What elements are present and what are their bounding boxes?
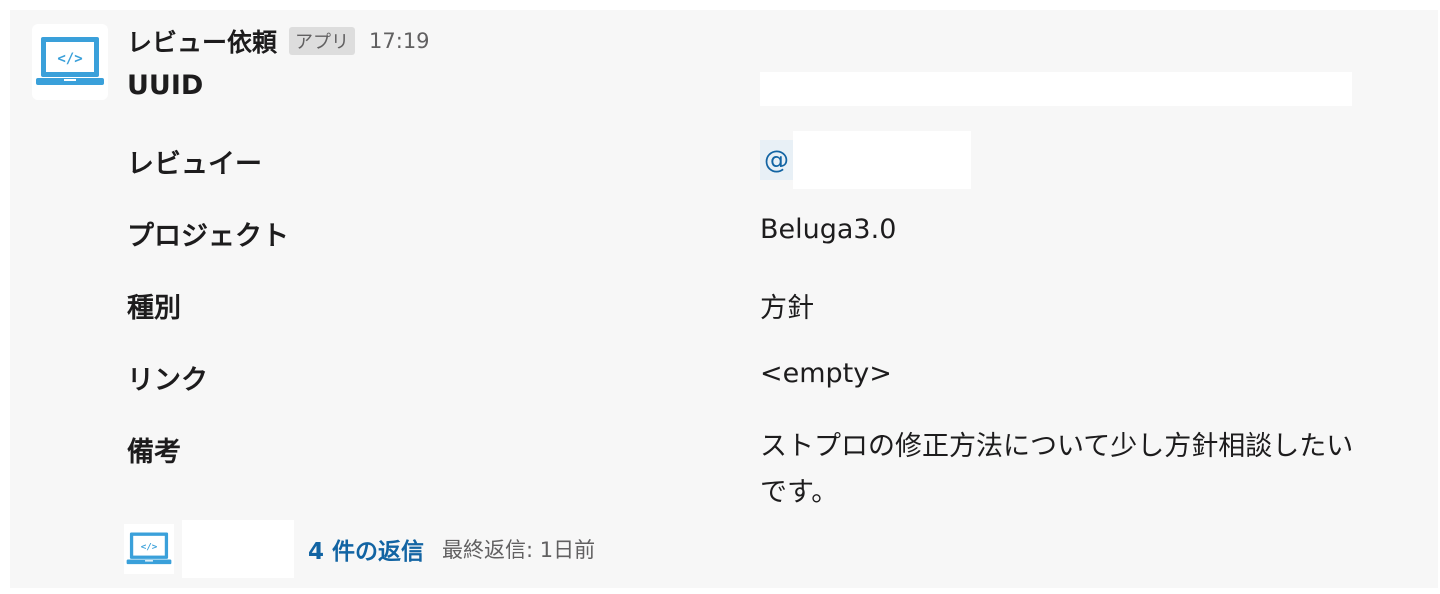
field-label-link: リンク bbox=[127, 365, 208, 396]
field-value-uuid-redacted bbox=[760, 72, 1352, 106]
laptop-code-icon: </> bbox=[126, 532, 172, 565]
field-value-type: 方針 bbox=[760, 293, 814, 324]
thread-participant-redacted bbox=[182, 520, 294, 578]
mention-at-sign: @ bbox=[760, 140, 793, 180]
field-label-project: プロジェクト bbox=[127, 221, 289, 252]
field-label-uuid: UUID bbox=[127, 70, 204, 101]
app-badge: アプリ bbox=[289, 27, 356, 55]
laptop-code-icon: </> bbox=[36, 37, 104, 85]
field-value-note: ストプロの修正方法について少し方針相談したいです。 bbox=[760, 431, 1354, 508]
field-value-link: <empty> bbox=[760, 358, 892, 389]
reviewee-mention[interactable]: @ bbox=[760, 131, 971, 189]
field-label-note: 備考 bbox=[127, 437, 181, 468]
mention-name-redacted bbox=[793, 131, 971, 189]
field-label-reviewee: レビュイー bbox=[127, 149, 262, 180]
svg-text:</>: </> bbox=[57, 51, 82, 67]
sender-name[interactable]: レビュー依頼 bbox=[127, 23, 277, 59]
last-reply-time: 最終返信: 1日前 bbox=[442, 538, 596, 562]
message-timestamp[interactable]: 17:19 bbox=[369, 29, 430, 53]
message-header: レビュー依頼 アプリ 17:19 bbox=[127, 24, 430, 58]
thread-participant-avatar: </> bbox=[124, 524, 174, 574]
svg-text:</>: </> bbox=[141, 542, 158, 553]
reply-count-link[interactable]: 4 件の返信 bbox=[308, 532, 424, 566]
thread-summary[interactable]: </> 4 件の返信 最終返信: 1日前 bbox=[124, 520, 595, 578]
field-value-project: Beluga3.0 bbox=[760, 214, 897, 245]
field-label-type: 種別 bbox=[127, 293, 181, 324]
app-avatar[interactable]: </> bbox=[32, 24, 108, 100]
